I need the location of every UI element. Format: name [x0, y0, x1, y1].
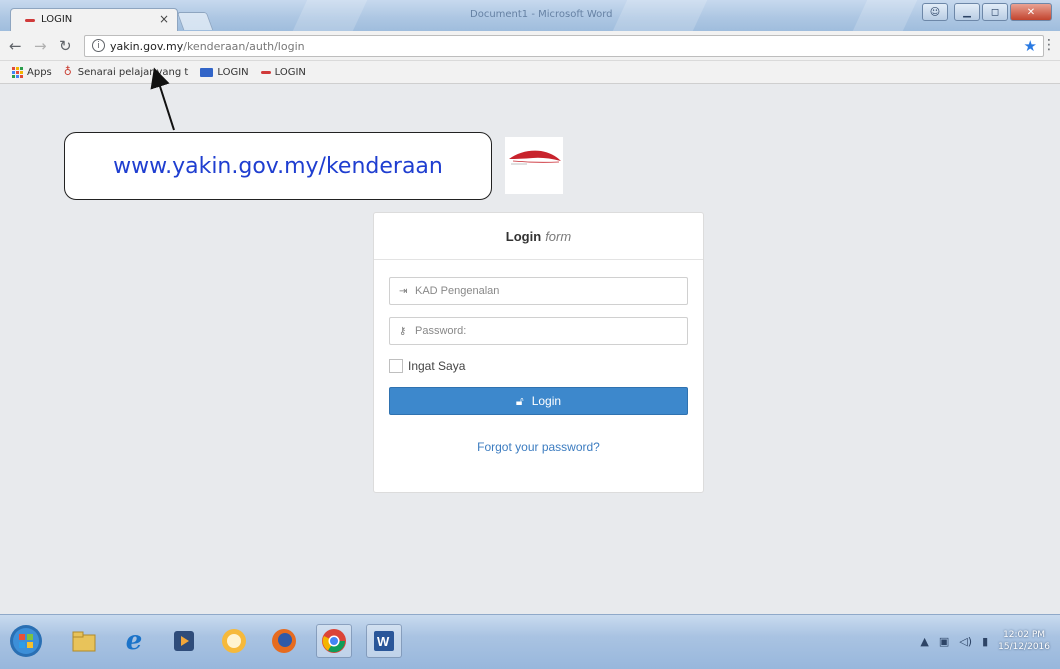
login-title: Login	[505, 228, 542, 244]
login-card-header: Login form	[374, 213, 703, 260]
firefox-icon[interactable]	[266, 624, 302, 658]
password-placeholder: Password:	[415, 325, 467, 337]
show-hidden-icons-icon[interactable]: ▲	[920, 635, 928, 648]
login-button-label: Login	[531, 394, 562, 408]
login-card: Login form ⇥ KAD Pengenalan ⚷ Password: …	[373, 212, 704, 493]
login-subtitle: form	[545, 228, 572, 244]
car-logo-icon	[509, 150, 561, 165]
login-button[interactable]: 🔓︎ Login	[389, 387, 688, 415]
ic-number-field[interactable]: ⇥ KAD Pengenalan	[389, 277, 688, 305]
sign-in-icon: ⇥	[399, 285, 408, 297]
forgot-password-link[interactable]: Forgot your password?	[374, 440, 703, 454]
svg-text:W: W	[377, 634, 390, 649]
chrome-icon[interactable]	[316, 624, 352, 658]
key-icon: ⚷	[399, 325, 407, 337]
start-orb-icon[interactable]	[5, 624, 47, 658]
clock[interactable]: 12:02 PM 15/12/2016	[998, 629, 1050, 653]
volume-icon[interactable]: ◁)	[959, 635, 972, 648]
signal-icon[interactable]: ▮	[982, 635, 988, 648]
remember-me-label: Ingat Saya	[408, 359, 466, 373]
clock-time: 12:02 PM	[1003, 630, 1046, 640]
clock-date: 15/12/2016	[998, 642, 1050, 652]
site-logo	[505, 137, 563, 194]
media-player-icon[interactable]	[166, 624, 202, 658]
password-field[interactable]: ⚷ Password:	[389, 317, 688, 345]
unlock-icon: 🔓︎	[515, 393, 524, 408]
file-explorer-icon[interactable]	[66, 624, 102, 658]
ic-placeholder: KAD Pengenalan	[415, 285, 500, 297]
system-tray: ▲ ▣ ◁) ▮ 12:02 PM 15/12/2016	[920, 629, 1050, 653]
network-icon[interactable]: ▣	[939, 635, 949, 648]
word-icon[interactable]: W	[366, 624, 402, 658]
messenger-icon[interactable]	[216, 624, 252, 658]
internet-explorer-icon[interactable]: e	[116, 624, 152, 658]
windows-taskbar: e W ▲ ▣ ◁) ▮ 12:02 PM 15/12/2016	[0, 614, 1060, 669]
remember-me-row: Ingat Saya	[389, 359, 465, 373]
remember-me-checkbox[interactable]	[389, 359, 403, 373]
